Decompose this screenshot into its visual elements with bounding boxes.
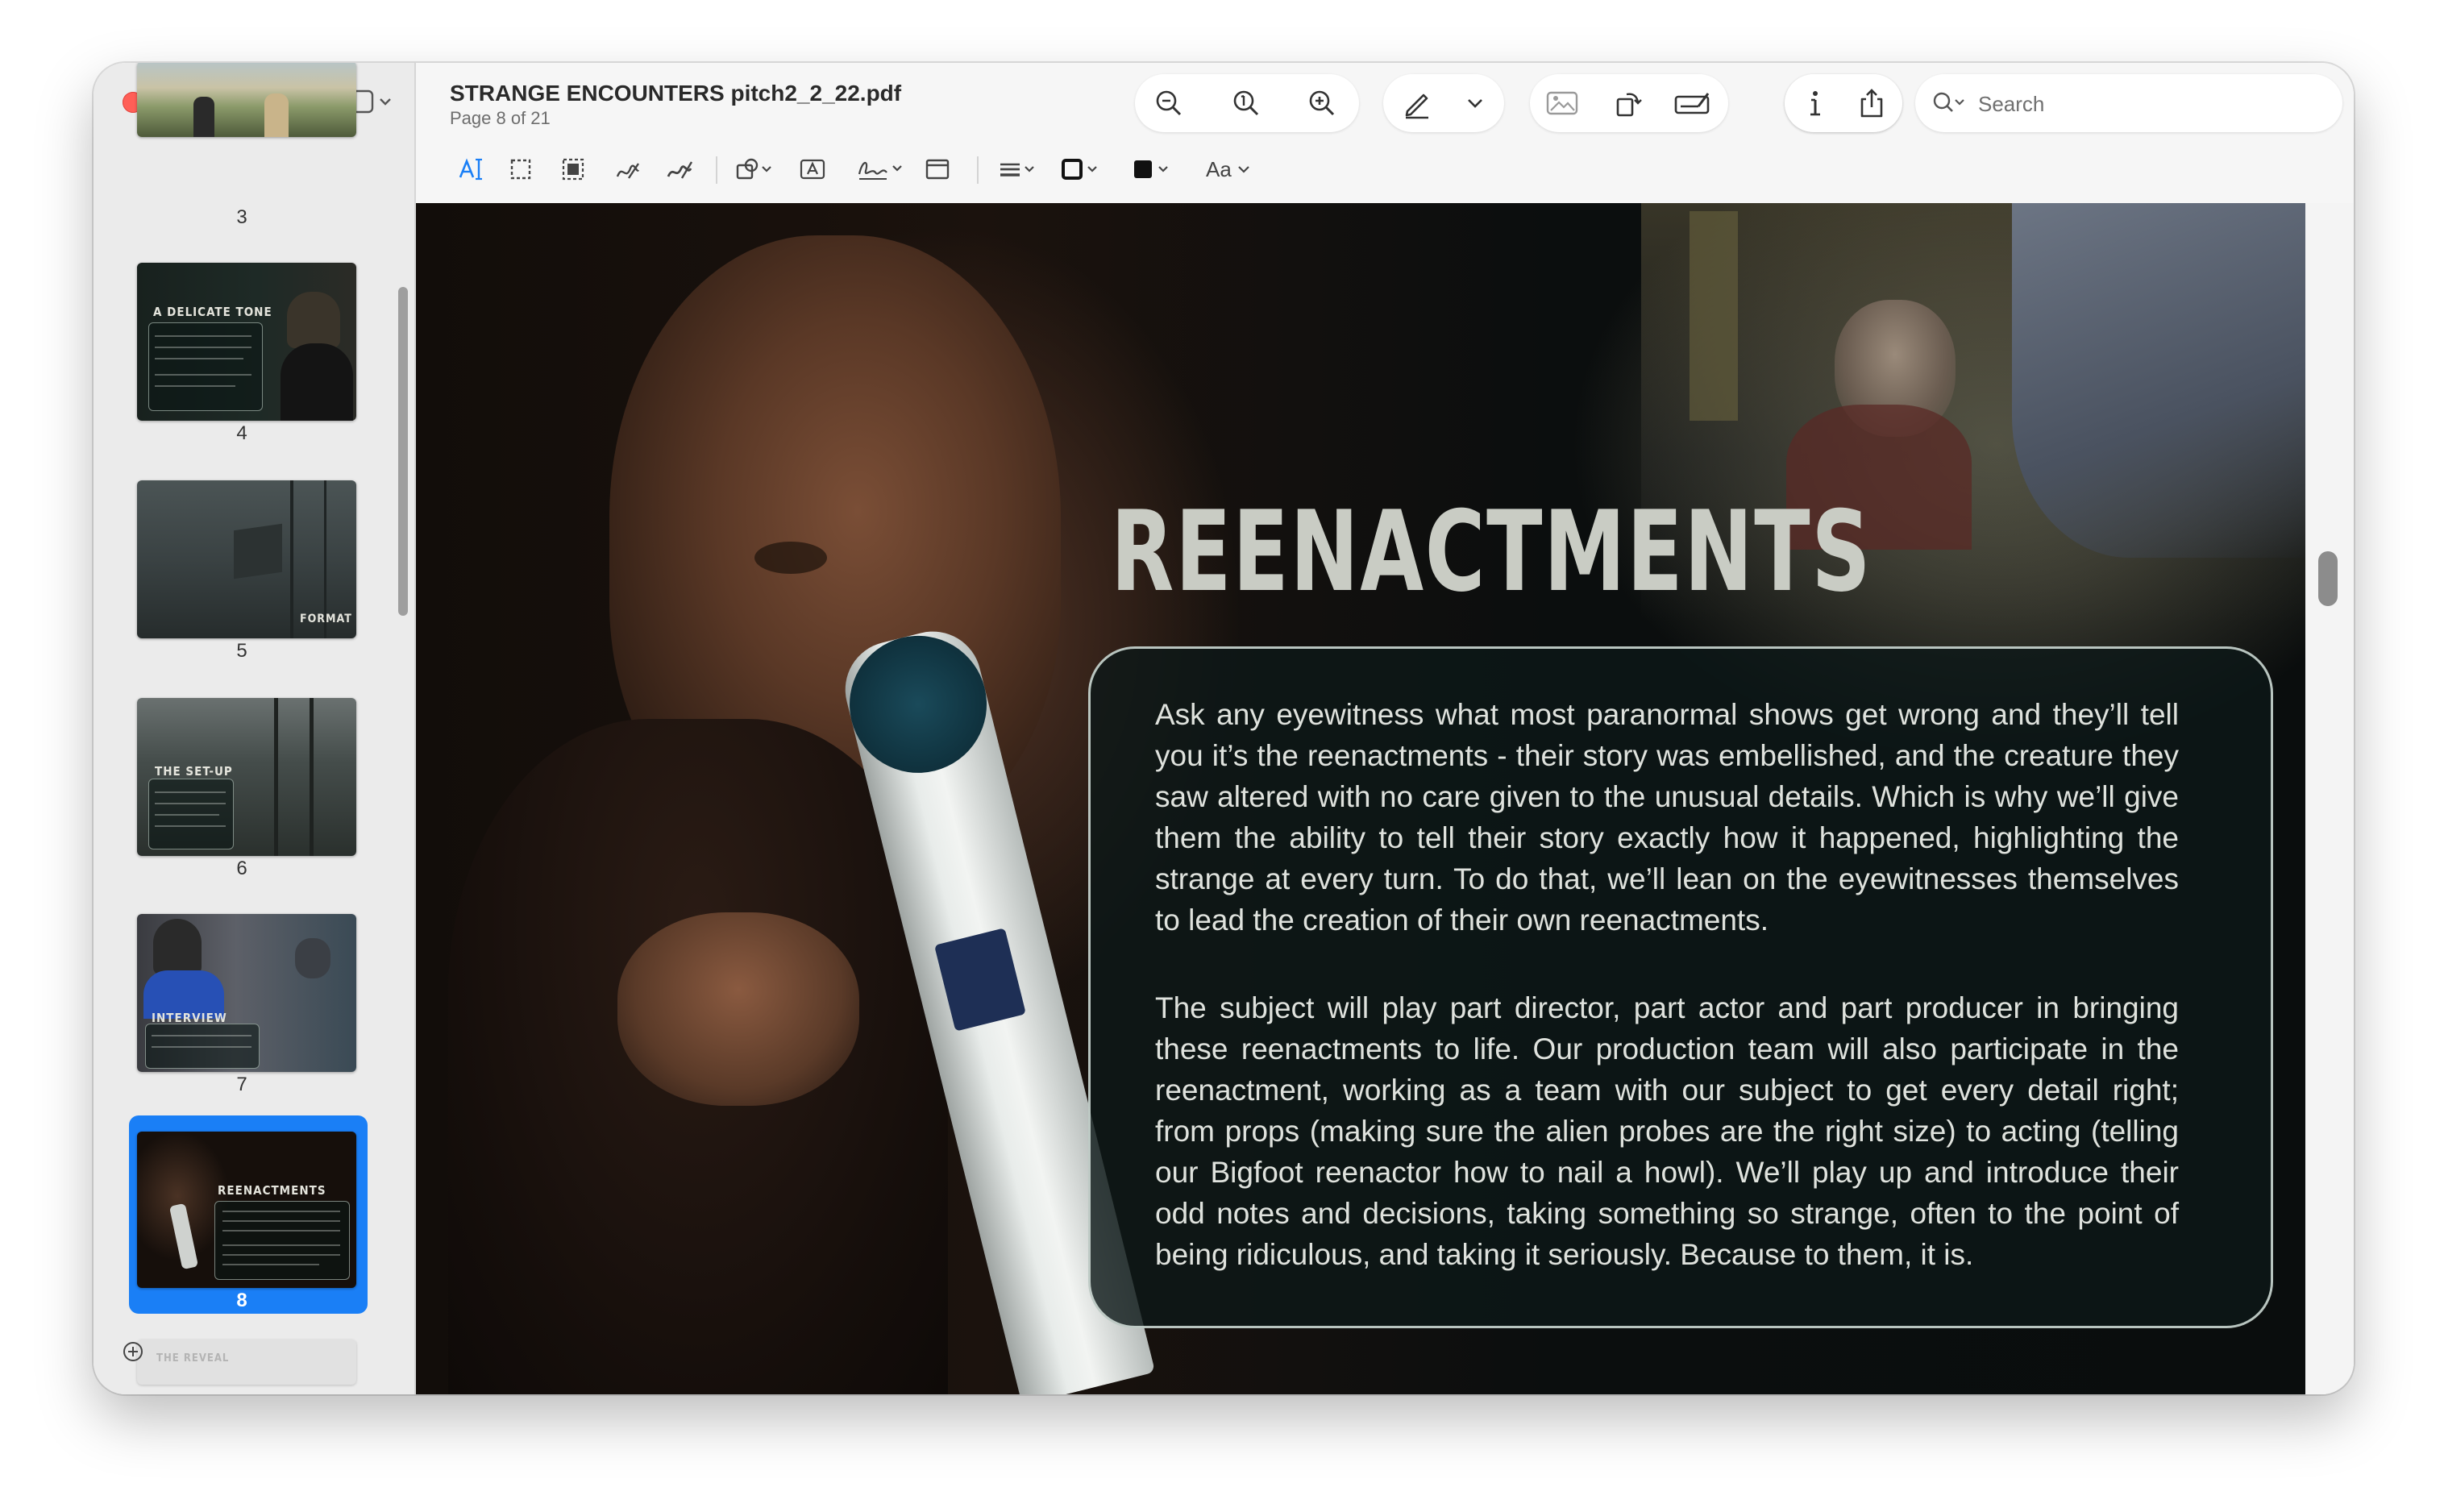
zoom-out-icon bbox=[1156, 90, 1182, 116]
chevron-down-icon bbox=[1238, 166, 1249, 173]
shapes-icon bbox=[736, 158, 771, 180]
thumbnail-title: THE REVEAL bbox=[156, 1352, 230, 1365]
page-text-card: Ask any eyewitness what most paranormal … bbox=[1088, 646, 2273, 1328]
signature-icon bbox=[858, 161, 902, 180]
border-color-tool[interactable] bbox=[1061, 155, 1103, 184]
info-share-controls bbox=[1785, 74, 1902, 132]
redact-icon bbox=[562, 158, 584, 181]
page-headline: REENACTMENTS bbox=[1111, 487, 1872, 617]
annotate-button[interactable] bbox=[1673, 84, 1712, 123]
rectangle-select-tool[interactable] bbox=[509, 155, 532, 184]
zoom-controls bbox=[1135, 74, 1359, 132]
page-paragraph-1: Ask any eyewitness what most paranormal … bbox=[1155, 698, 2179, 937]
chevron-down-icon bbox=[380, 98, 391, 106]
chevron-down-icon bbox=[1468, 99, 1482, 108]
edit-controls bbox=[1530, 74, 1728, 132]
fill-color-icon bbox=[1134, 160, 1168, 178]
zoom-out-button[interactable] bbox=[1149, 84, 1188, 123]
note-tool[interactable] bbox=[925, 155, 950, 184]
text-style-tool[interactable]: Aa bbox=[1206, 155, 1251, 184]
image-button[interactable] bbox=[1543, 84, 1582, 123]
fill-color-tool[interactable] bbox=[1132, 155, 1174, 184]
inspector-button[interactable] bbox=[1796, 84, 1835, 123]
preview-window: 3 A DELICATE TONE 4 FORMAT 5 THE SET-UP bbox=[94, 63, 2354, 1394]
highlight-controls bbox=[1383, 74, 1504, 132]
line-style-tool[interactable] bbox=[998, 155, 1038, 184]
add-page-button[interactable] bbox=[123, 1341, 143, 1362]
line-style-icon bbox=[1000, 163, 1034, 177]
thumbnail-page-7[interactable]: INTERVIEW bbox=[137, 914, 356, 1072]
sketch-tool[interactable] bbox=[614, 155, 642, 184]
zoom-in-icon bbox=[1309, 90, 1335, 116]
thumbnail-page-number: 5 bbox=[236, 640, 247, 662]
page-scrollbar-thumb[interactable] bbox=[2318, 551, 2338, 606]
rectangle-select-icon bbox=[510, 159, 531, 180]
highlight-options-button[interactable] bbox=[1456, 84, 1494, 123]
thumbnail-page-number: 3 bbox=[236, 206, 247, 228]
actual-size-button[interactable] bbox=[1227, 84, 1266, 123]
highlight-button[interactable] bbox=[1398, 84, 1436, 123]
plus-circle-icon bbox=[123, 1342, 143, 1361]
thumbnail-page-6[interactable]: THE SET-UP bbox=[137, 698, 356, 856]
zoom-fit-icon bbox=[1233, 90, 1259, 116]
page-paragraph-2: The subject will play part director, par… bbox=[1155, 991, 2179, 1271]
page-scroll-track bbox=[2305, 203, 2354, 1394]
thumbnail-page-number: 6 bbox=[236, 858, 247, 879]
thumbnail-title: THE SET-UP bbox=[155, 764, 233, 779]
text-box-icon bbox=[800, 159, 825, 180]
sidebar-scrollbar[interactable] bbox=[398, 287, 408, 616]
border-color-icon bbox=[1062, 159, 1097, 180]
rotate-button[interactable] bbox=[1609, 84, 1648, 123]
thumbnail-page-5[interactable]: FORMAT bbox=[137, 480, 356, 638]
image-icon bbox=[1546, 91, 1578, 115]
thumbnail-title: REENACTMENTS bbox=[218, 1183, 326, 1198]
photo-hand bbox=[617, 912, 859, 1106]
text-selection-icon bbox=[459, 158, 482, 181]
shapes-tool[interactable] bbox=[735, 155, 774, 184]
markup-toolbar: Aa bbox=[416, 143, 2354, 195]
thumbnail-page-8[interactable]: REENACTMENTS bbox=[137, 1132, 356, 1288]
page-indicator: Page 8 of 21 bbox=[450, 108, 551, 128]
share-button[interactable] bbox=[1852, 84, 1891, 123]
thumbnail-page-number: 7 bbox=[236, 1074, 247, 1095]
thumbnail-title: FORMAT bbox=[300, 613, 352, 625]
thumbnail-page-number: 8 bbox=[236, 1290, 247, 1311]
search-field[interactable]: Search bbox=[1915, 74, 2342, 132]
thumbnail-text-box bbox=[214, 1201, 350, 1280]
thumbnail-title: A DELICATE TONE bbox=[153, 305, 272, 319]
text-selection-tool[interactable] bbox=[458, 155, 484, 184]
text-style-label: Aa bbox=[1206, 156, 1232, 181]
pdf-page: REENACTMENTS Ask any eyewitness what mos… bbox=[416, 203, 2305, 1394]
note-icon bbox=[925, 159, 950, 180]
share-icon bbox=[1860, 89, 1883, 118]
thumbnail-page-9[interactable]: THE REVEAL bbox=[137, 1340, 356, 1385]
highlight-pen-icon bbox=[1405, 93, 1428, 119]
thumbnail-page-number: 4 bbox=[236, 422, 247, 444]
redact-tool[interactable] bbox=[561, 155, 585, 184]
zoom-in-button[interactable] bbox=[1303, 84, 1341, 123]
search-placeholder: Search bbox=[1978, 92, 2045, 116]
thumbnail-page-3[interactable] bbox=[137, 63, 356, 137]
document-canvas[interactable]: REENACTMENTS Ask any eyewitness what mos… bbox=[416, 203, 2354, 1394]
info-icon bbox=[1810, 91, 1820, 116]
thumbnail-page-4[interactable]: A DELICATE TONE bbox=[137, 263, 356, 421]
document-title: STRANGE ENCOUNTERS pitch2_2_22.pdf bbox=[450, 81, 902, 106]
signature-tool[interactable] bbox=[856, 155, 904, 184]
rotate-icon bbox=[1616, 93, 1642, 117]
annotate-icon bbox=[1674, 93, 1710, 114]
draw-tool[interactable] bbox=[666, 155, 693, 184]
text-box-tool[interactable] bbox=[800, 155, 825, 184]
thumbnail-sidebar[interactable]: 3 A DELICATE TONE 4 FORMAT 5 THE SET-UP bbox=[94, 63, 416, 1394]
draw-icon bbox=[667, 161, 693, 179]
search-icon bbox=[1933, 92, 1964, 112]
sketch-icon bbox=[616, 163, 640, 179]
